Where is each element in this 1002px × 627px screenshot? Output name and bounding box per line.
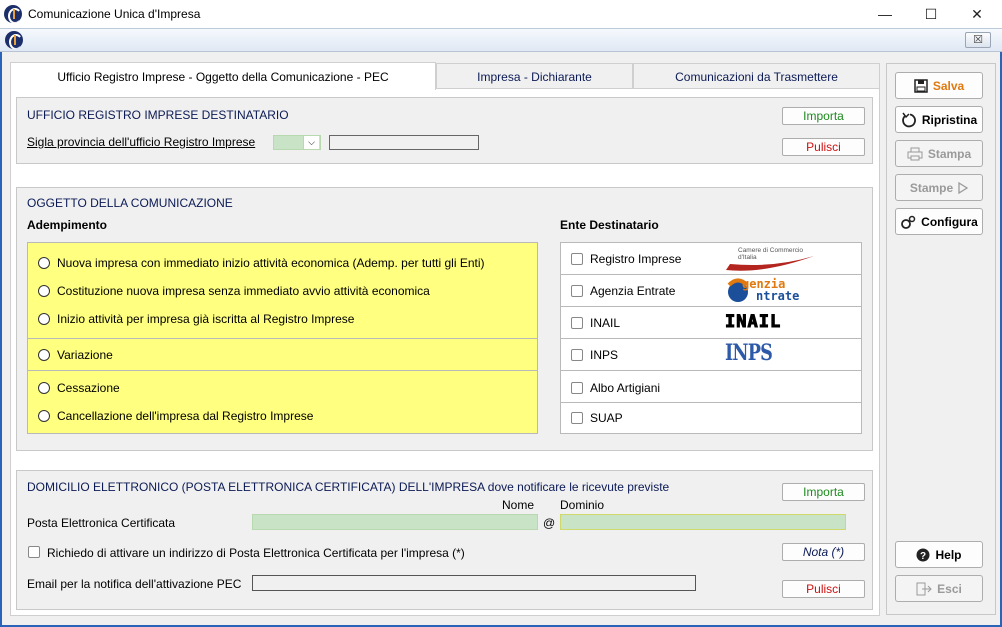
inps-logo: INPS — [725, 340, 773, 366]
nome-label: Nome — [502, 498, 535, 512]
nota-button[interactable]: Nota (*) — [782, 543, 865, 561]
radio-cessazione[interactable] — [38, 382, 50, 394]
checkbox-agenzia-entrate[interactable] — [571, 285, 583, 297]
play-arrow-icon — [958, 181, 969, 194]
option-label: Variazione — [57, 348, 113, 362]
pec-nome-input[interactable] — [252, 514, 538, 530]
window-title: Comunicazione Unica d'Impresa — [28, 7, 201, 21]
dominio-label: Dominio — [560, 498, 605, 512]
separator — [28, 370, 537, 371]
tab-comunicazioni[interactable]: Comunicazioni da Trasmettere — [633, 63, 880, 89]
svg-text:?: ? — [920, 551, 926, 562]
email-notifica-label: Email per la notifica dell'attivazione P… — [27, 577, 242, 591]
ripristina-button[interactable]: Ripristina — [895, 106, 983, 133]
option-label: Cessazione — [57, 381, 120, 395]
email-notifica-input[interactable] — [252, 575, 696, 591]
at-sign: @ — [543, 516, 556, 530]
pec-pulisci-button[interactable]: Pulisci — [782, 580, 865, 598]
mdi-close-button[interactable]: ☒ — [965, 32, 991, 48]
ente-label: Ente Destinatario — [560, 218, 659, 232]
option-label: Nuova impresa con immediato inizio attiv… — [57, 256, 485, 270]
pec-title: DOMICILIO ELETTRONICO (POSTA ELETTRONICA… — [27, 480, 670, 494]
adempimento-label: Adempimento — [27, 218, 108, 232]
ente-label-albo: Albo Artigiani — [590, 381, 661, 395]
checkbox-suap[interactable] — [571, 412, 583, 424]
radio-inizio-attivita[interactable] — [38, 313, 50, 325]
camere-swoosh-icon — [726, 256, 814, 271]
save-icon — [914, 78, 928, 93]
option-label: Costituzione nuova impresa senza immedia… — [57, 284, 430, 298]
radio-variazione[interactable] — [38, 349, 50, 361]
sigla-label: Sigla provincia dell'ufficio Registro Im… — [27, 135, 256, 149]
ente-label-agenzia: Agenzia Entrate — [590, 284, 676, 298]
salva-button[interactable]: Salva — [895, 72, 983, 99]
ente-label-inail: INAIL — [590, 316, 621, 330]
radio-nuova-impresa[interactable] — [38, 257, 50, 269]
configura-label: Configura — [921, 214, 978, 229]
pec-dominio-input[interactable] — [560, 514, 846, 530]
checkbox-registro-imprese[interactable] — [571, 253, 583, 265]
separator — [28, 338, 537, 339]
maximize-button[interactable]: ☐ — [908, 0, 954, 28]
option-label: Cancellazione dell'impresa dal Registro … — [57, 409, 314, 423]
checkbox-albo-artigiani[interactable] — [571, 382, 583, 394]
configura-button[interactable]: Configura — [895, 208, 983, 235]
esci-button[interactable]: Esci — [895, 575, 983, 602]
stampe-button[interactable]: Stampe — [895, 174, 983, 201]
child-logo-icon — [5, 31, 23, 49]
ente-label-registro: Registro Imprese — [590, 252, 682, 266]
separator — [561, 274, 861, 275]
undo-icon — [902, 112, 916, 127]
registro-importa-button[interactable]: Importa — [782, 107, 865, 125]
option-label: Inizio attività per impresa già iscritta… — [57, 312, 355, 326]
sigla-description-field — [329, 135, 479, 150]
esci-label: Esci — [937, 581, 962, 596]
title-bar: Comunicazione Unica d'Impresa — ☐ ✕ — [0, 0, 1002, 28]
checkbox-inps[interactable] — [571, 349, 583, 361]
oggetto-title: OGGETTO DELLA COMUNICAZIONE — [27, 196, 233, 210]
mdi-child-bar: ☒ — [0, 28, 1002, 52]
chevron-down-icon: ⌵ — [303, 136, 319, 149]
stampa-label: Stampa — [927, 146, 972, 161]
gear-icon — [901, 215, 916, 229]
richiedo-label: Richiedo di attivare un indirizzo di Pos… — [47, 546, 465, 560]
pec-label: Posta Elettronica Certificata — [27, 516, 176, 530]
help-label: Help — [935, 547, 962, 562]
tab-ufficio-registro[interactable]: Ufficio Registro Imprese - Oggetto della… — [10, 62, 436, 90]
separator — [561, 402, 861, 403]
agenzia-entrate-logo: genzia ntrate — [726, 276, 816, 304]
registro-pulisci-button[interactable]: Pulisci — [782, 138, 865, 156]
sigla-select[interactable]: ⌵ — [273, 135, 321, 150]
help-button[interactable]: ? Help — [895, 541, 983, 568]
exit-icon — [916, 582, 932, 595]
minimize-button[interactable]: — — [862, 0, 908, 28]
checkbox-inail[interactable] — [571, 317, 583, 329]
registro-title: UFFICIO REGISTRO IMPRESE DESTINATARIO — [27, 108, 289, 122]
inail-logo: INAIL — [724, 312, 782, 333]
ente-label-suap: SUAP — [590, 411, 623, 425]
stampe-label: Stampe — [909, 180, 954, 195]
app-logo-icon — [4, 5, 22, 23]
separator — [561, 338, 861, 339]
ente-label-inps: INPS — [590, 348, 619, 362]
separator — [561, 306, 861, 307]
radio-costituzione[interactable] — [38, 285, 50, 297]
help-icon: ? — [916, 548, 930, 562]
pec-importa-button[interactable]: Importa — [782, 483, 865, 501]
ripristina-label: Ripristina — [921, 112, 978, 127]
close-window-button[interactable]: ✕ — [954, 0, 1000, 28]
salva-label: Salva — [932, 78, 965, 93]
tab-impresa-dichiarante[interactable]: Impresa - Dichiarante — [436, 63, 633, 89]
richiedo-pec-checkbox[interactable] — [28, 546, 40, 558]
stampa-button[interactable]: Stampa — [895, 140, 983, 167]
printer-icon — [907, 147, 923, 160]
radio-cancellazione[interactable] — [38, 410, 50, 422]
separator — [561, 370, 861, 371]
camere-commercio-logo: Camere di Commercio d'Italia — [724, 246, 818, 272]
